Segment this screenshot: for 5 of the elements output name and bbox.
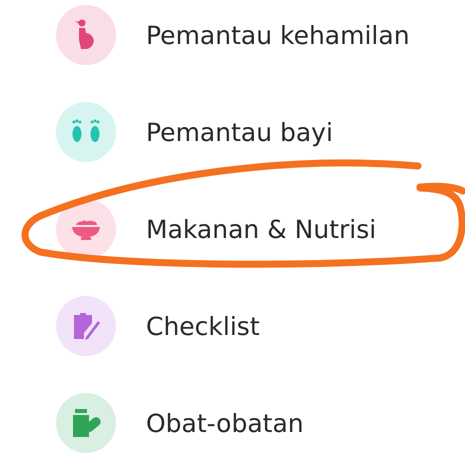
menu-item-label[interactable]: Obat-obatan xyxy=(146,408,304,438)
menu-item-label[interactable]: Makanan & Nutrisi xyxy=(146,214,376,244)
menu-item-label[interactable]: Pemantau kehamilan xyxy=(146,20,410,50)
menu-item-label[interactable]: Pemantau bayi xyxy=(146,118,333,146)
menu-item-label[interactable]: Checklist xyxy=(146,312,260,340)
